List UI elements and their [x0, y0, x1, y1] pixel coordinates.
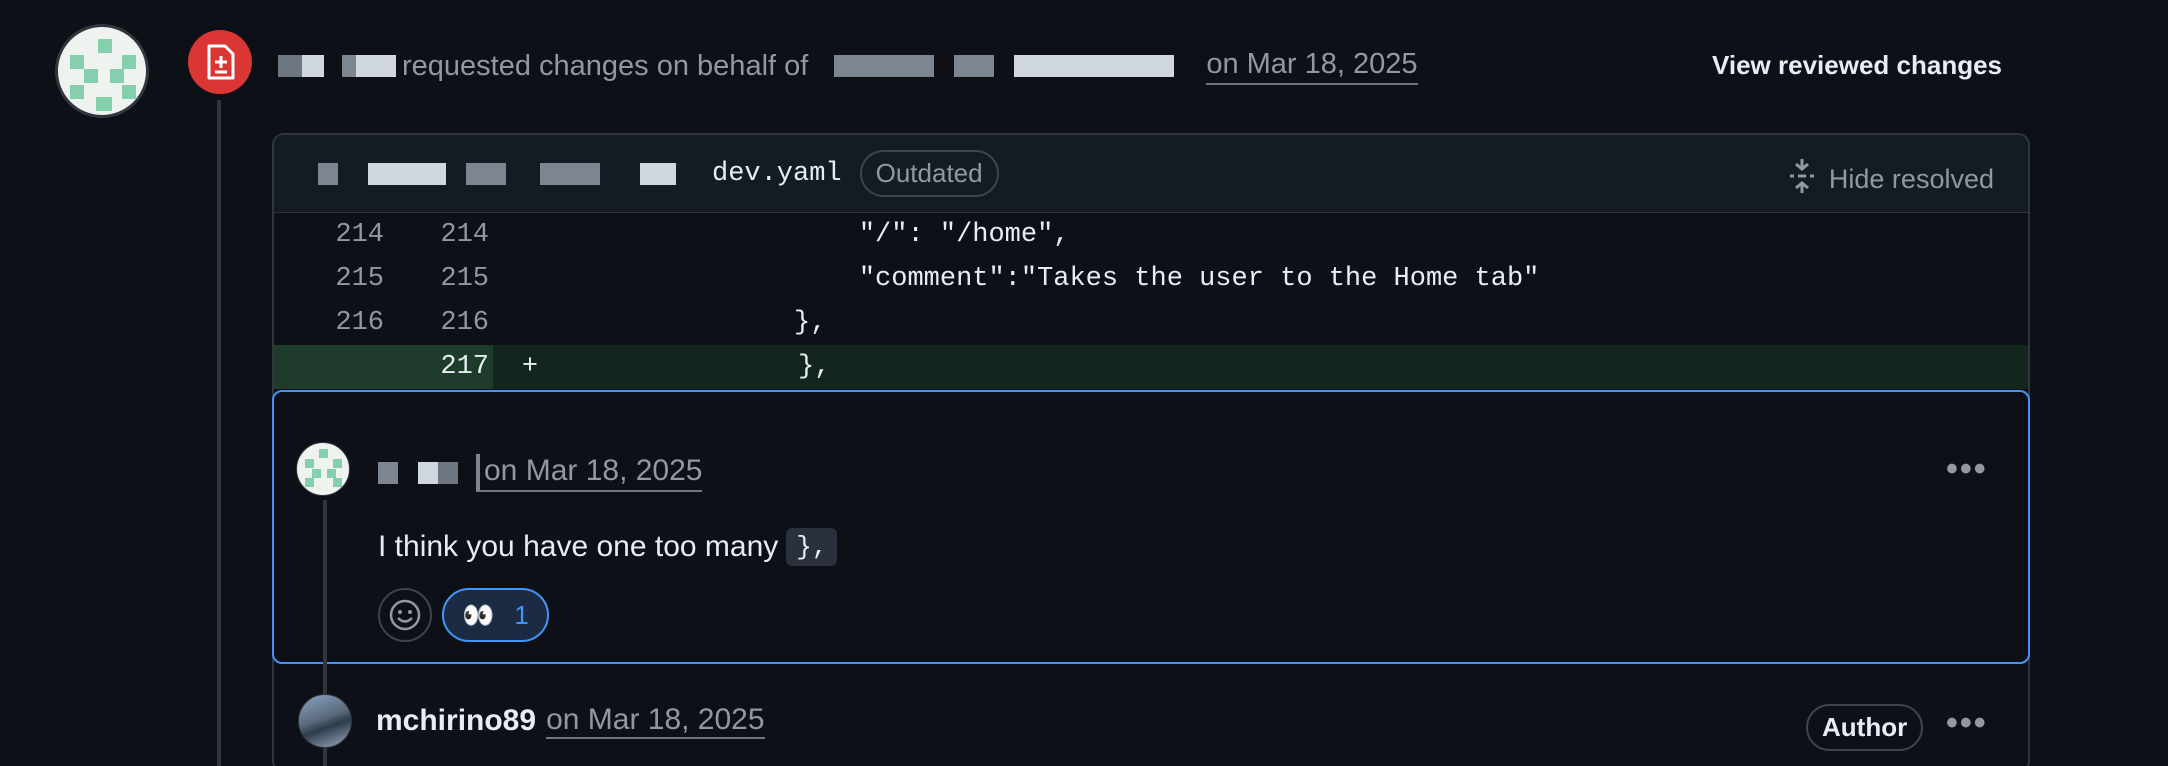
- comment-2-date[interactable]: on Mar 18, 2025: [546, 703, 765, 739]
- hide-resolved-button[interactable]: Hide resolved: [1787, 157, 1994, 202]
- comment-header: on Mar 18, 2025: [378, 454, 703, 492]
- diff-line: 215 215 "comment":"Takes the user to the…: [335, 264, 1540, 294]
- review-header: requested changes on behalf of on Mar 18…: [278, 46, 1418, 86]
- eyes-reaction-button[interactable]: 👀 1: [442, 588, 549, 642]
- comment-2-header: mchirino89 on Mar 18, 2025: [298, 694, 765, 748]
- commenter-avatar[interactable]: [296, 442, 350, 496]
- kebab-icon[interactable]: •••: [1946, 450, 1988, 489]
- author-badge: Author: [1806, 704, 1924, 751]
- diff-line: 214 214 "/": "/home",: [335, 220, 1070, 250]
- fold-icon: [1787, 157, 1817, 202]
- outdated-badge: Outdated: [859, 150, 999, 197]
- review-action-text: requested changes on behalf of: [402, 49, 809, 82]
- diff-table: 214 214 "/": "/home", 215 215 "comment":…: [274, 213, 2028, 389]
- redacted-org: [834, 55, 935, 77]
- eyes-emoji: 👀: [462, 599, 495, 630]
- author-avatar[interactable]: [298, 694, 352, 748]
- add-reaction-button[interactable]: [378, 588, 432, 642]
- view-reviewed-changes-button[interactable]: View reviewed changes: [1712, 50, 2002, 81]
- file-header: dev.yaml Outdated Hide resolved: [274, 135, 2028, 213]
- comment-date[interactable]: on Mar 18, 2025: [476, 454, 703, 492]
- comment-body: I think you have one too many },: [378, 528, 838, 566]
- redacted-user: [278, 55, 302, 77]
- reviewer-avatar[interactable]: [55, 24, 149, 118]
- kebab-icon[interactable]: •••: [1946, 704, 1988, 743]
- inline-code: },: [786, 528, 838, 566]
- file-name[interactable]: dev.yaml: [712, 159, 842, 189]
- review-date[interactable]: on Mar 18, 2025: [1206, 48, 1418, 85]
- reaction-count: 1: [514, 599, 529, 630]
- timeline-line: [217, 100, 221, 766]
- redacted-user: [378, 462, 398, 484]
- author-name[interactable]: mchirino89: [376, 704, 536, 738]
- diff-line-added: 217 + },: [274, 345, 2028, 389]
- diff-line: 216 216 },: [335, 308, 827, 338]
- reactions: 👀 1: [378, 588, 549, 642]
- comment-text: I think you have one too many: [378, 530, 779, 563]
- file-diff-icon: [188, 30, 252, 94]
- hide-resolved-label: Hide resolved: [1828, 164, 1994, 194]
- smiley-icon: [389, 599, 421, 631]
